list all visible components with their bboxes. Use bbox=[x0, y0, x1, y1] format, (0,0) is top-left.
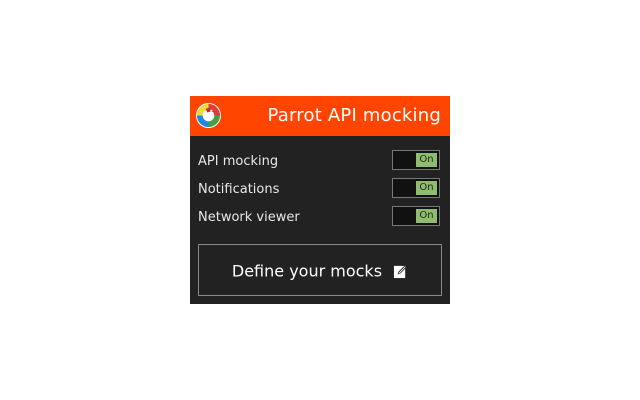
define-mocks-label: Define your mocks bbox=[231, 261, 383, 281]
notifications-toggle[interactable]: On bbox=[392, 178, 440, 198]
define-mocks-button[interactable]: Define your mocks bbox=[198, 244, 442, 296]
setting-row-api-mocking: API mocking On bbox=[190, 150, 450, 174]
setting-label-api-mocking: API mocking bbox=[198, 154, 279, 169]
parrot-logo-icon bbox=[195, 102, 222, 129]
edit-icon bbox=[394, 264, 408, 279]
define-mocks-content: Define your mocks bbox=[199, 261, 441, 281]
setting-label-notifications: Notifications bbox=[198, 182, 280, 197]
setting-label-network-viewer: Network viewer bbox=[198, 210, 300, 225]
setting-row-notifications: Notifications On bbox=[190, 178, 450, 202]
api-mocking-toggle[interactable]: On bbox=[392, 150, 440, 170]
network-viewer-toggle[interactable]: On bbox=[392, 206, 440, 226]
toggle-state-label: On bbox=[416, 153, 437, 167]
extension-popup: Parrot API mocking API mocking On Notifi… bbox=[190, 96, 450, 304]
popup-header: Parrot API mocking bbox=[190, 96, 450, 136]
toggle-state-label: On bbox=[416, 181, 437, 195]
header-title: Parrot API mocking bbox=[267, 105, 441, 126]
setting-row-network-viewer: Network viewer On bbox=[190, 206, 450, 230]
toggle-state-label: On bbox=[416, 209, 437, 223]
